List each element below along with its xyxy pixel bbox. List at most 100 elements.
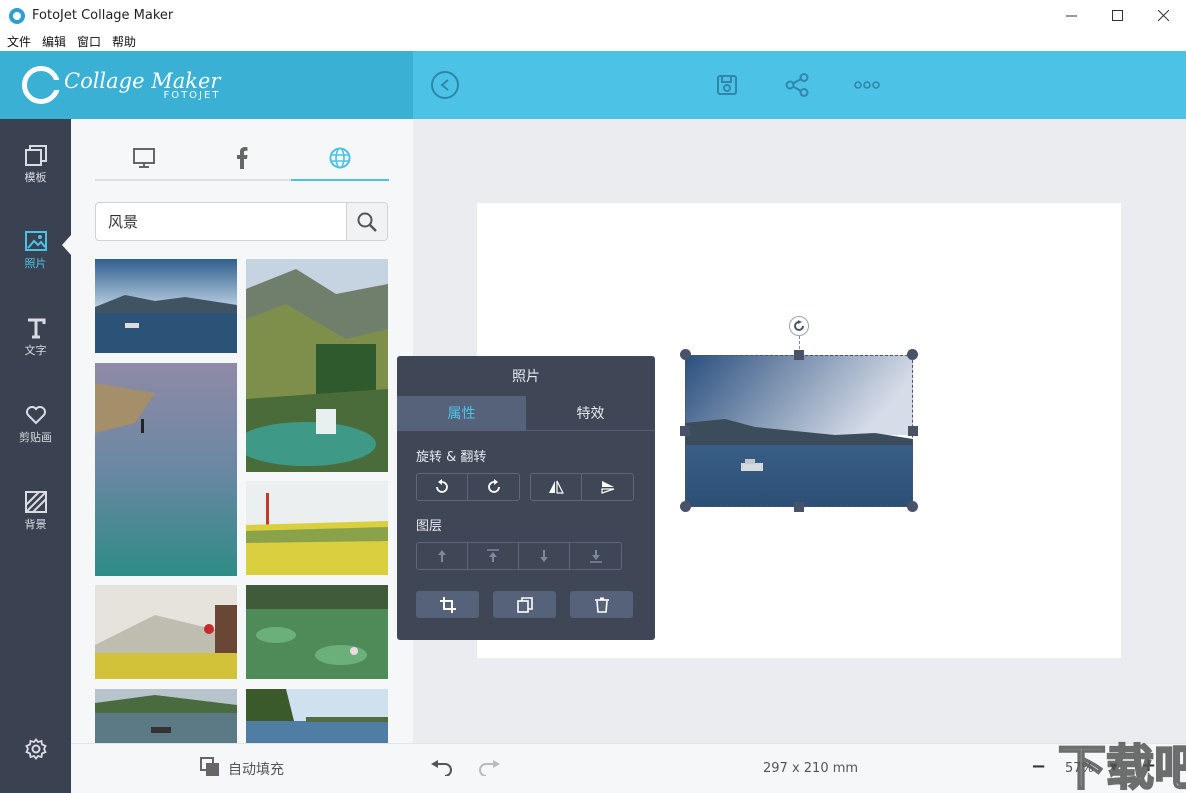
bring-to-front-icon bbox=[487, 549, 499, 562]
chevron-left-icon bbox=[440, 79, 449, 91]
more-button[interactable] bbox=[853, 71, 881, 99]
rotate-left-icon bbox=[436, 479, 448, 493]
sidebar-item-clipart[interactable]: 剪贴画 bbox=[0, 403, 71, 463]
flip-vertical-icon bbox=[600, 481, 614, 494]
minimize-icon[interactable] bbox=[1048, 0, 1094, 31]
resize-handle-bottom-right[interactable] bbox=[907, 501, 918, 512]
layer-down-button[interactable] bbox=[519, 543, 570, 569]
back-button[interactable] bbox=[431, 71, 459, 99]
photo-thumbnail[interactable] bbox=[95, 259, 237, 353]
autofill-button[interactable]: 自动填充 bbox=[71, 743, 413, 793]
rotate-left-button[interactable] bbox=[417, 474, 468, 500]
layer-label: 图层 bbox=[416, 519, 443, 534]
menu-edit[interactable]: 编辑 bbox=[35, 33, 70, 50]
flip-horizontal-button[interactable] bbox=[531, 474, 582, 500]
sidebar-item-label: 照片 bbox=[24, 257, 47, 270]
photo-icon bbox=[24, 231, 47, 251]
sidebar-item-photo[interactable]: 照片 bbox=[0, 229, 71, 289]
tab-computer[interactable] bbox=[95, 137, 193, 179]
computer-icon bbox=[133, 148, 155, 168]
brand-name: Collage Maker bbox=[64, 68, 221, 93]
tab-facebook[interactable] bbox=[193, 137, 291, 179]
sidebar-item-label: 剪贴画 bbox=[19, 431, 52, 444]
save-icon bbox=[717, 75, 737, 95]
popup-tabs: 属性 特效 bbox=[397, 396, 655, 431]
tab-properties[interactable]: 属性 bbox=[397, 396, 526, 430]
resize-handle-top-left[interactable] bbox=[680, 349, 691, 360]
resize-handle-top-right[interactable] bbox=[907, 349, 918, 360]
share-icon bbox=[785, 73, 809, 97]
layer-up-button[interactable] bbox=[417, 543, 468, 569]
search-button[interactable] bbox=[346, 203, 387, 240]
redo-button[interactable] bbox=[478, 760, 500, 780]
photo-thumbnail[interactable] bbox=[246, 481, 388, 575]
duplicate-button[interactable] bbox=[493, 591, 556, 618]
menu-window[interactable]: 窗口 bbox=[70, 33, 105, 50]
tab-web[interactable] bbox=[291, 137, 389, 181]
arrow-down-icon bbox=[540, 550, 548, 562]
flip-vertical-button[interactable] bbox=[582, 474, 633, 500]
heart-icon bbox=[25, 406, 46, 425]
photo-thumbnail[interactable] bbox=[246, 585, 388, 679]
flip-group bbox=[530, 473, 634, 501]
undo-icon bbox=[431, 760, 452, 777]
share-button[interactable] bbox=[783, 71, 811, 99]
app-logo-icon bbox=[9, 7, 25, 24]
search-icon bbox=[357, 212, 377, 232]
canvas-size: 297 x 210 mm bbox=[763, 761, 859, 776]
window-title: FotoJet Collage Maker bbox=[32, 8, 174, 23]
menu-help[interactable]: 帮助 bbox=[105, 33, 140, 50]
zoom-out-button[interactable]: − bbox=[1031, 756, 1046, 777]
send-to-back-icon bbox=[589, 550, 602, 563]
maximize-icon[interactable] bbox=[1094, 0, 1140, 31]
more-dots-icon bbox=[854, 81, 880, 89]
photo-thumbnail[interactable] bbox=[95, 585, 237, 679]
watermark-logo: 下载吧 bbox=[1050, 730, 1186, 793]
photo-thumbnail[interactable] bbox=[246, 259, 388, 472]
photo-thumbnail[interactable] bbox=[95, 363, 237, 576]
undo-button[interactable] bbox=[431, 760, 453, 780]
brand-logo-icon bbox=[22, 66, 60, 104]
rotate-handle[interactable] bbox=[789, 316, 809, 336]
menu-bar: 文件 编辑 窗口 帮助 bbox=[0, 31, 1186, 51]
delete-button[interactable] bbox=[570, 591, 633, 618]
autofill-icon bbox=[200, 756, 219, 776]
arrow-up-icon bbox=[438, 550, 446, 562]
menu-file[interactable]: 文件 bbox=[0, 33, 35, 50]
active-item-pointer bbox=[62, 235, 71, 255]
photo-thumbnail[interactable] bbox=[246, 689, 388, 743]
resize-handle-right[interactable] bbox=[908, 426, 918, 436]
resize-handle-bottom-left[interactable] bbox=[680, 501, 691, 512]
facebook-icon bbox=[237, 147, 248, 169]
close-icon[interactable] bbox=[1140, 0, 1186, 31]
photo-properties-popup: 照片 属性 特效 旋转 & 翻转 图层 bbox=[397, 356, 655, 640]
rotate-flip-label: 旋转 & 翻转 bbox=[416, 450, 487, 465]
resize-handle-top[interactable] bbox=[794, 350, 804, 360]
rotate-right-button[interactable] bbox=[468, 474, 519, 500]
save-button[interactable] bbox=[713, 71, 741, 99]
rotate-group bbox=[416, 473, 520, 501]
web-globe-icon bbox=[329, 147, 351, 169]
template-icon bbox=[24, 145, 47, 166]
selection-frame bbox=[685, 355, 913, 507]
sidebar-item-text[interactable]: 文字 bbox=[0, 316, 71, 376]
search-input[interactable] bbox=[96, 203, 346, 240]
tab-effects[interactable]: 特效 bbox=[526, 396, 655, 430]
redo-icon bbox=[479, 760, 500, 777]
rotate-icon bbox=[794, 320, 804, 331]
photo-thumbnail[interactable] bbox=[95, 689, 237, 743]
crop-icon bbox=[439, 596, 456, 613]
popup-title: 照片 bbox=[512, 369, 540, 385]
resize-handle-bottom[interactable] bbox=[794, 502, 804, 512]
window-controls bbox=[1048, 0, 1186, 31]
layer-top-button[interactable] bbox=[468, 543, 519, 569]
flip-horizontal-icon bbox=[549, 480, 564, 494]
settings-button[interactable] bbox=[25, 738, 47, 764]
resize-handle-left[interactable] bbox=[680, 426, 690, 436]
gear-icon bbox=[25, 738, 47, 760]
brand: Collage Maker FOTOJET bbox=[0, 51, 413, 119]
layer-bottom-button[interactable] bbox=[570, 543, 621, 569]
crop-button[interactable] bbox=[416, 591, 479, 618]
sidebar-item-template[interactable]: 模板 bbox=[0, 143, 71, 203]
sidebar-item-background[interactable]: 背景 bbox=[0, 490, 71, 550]
